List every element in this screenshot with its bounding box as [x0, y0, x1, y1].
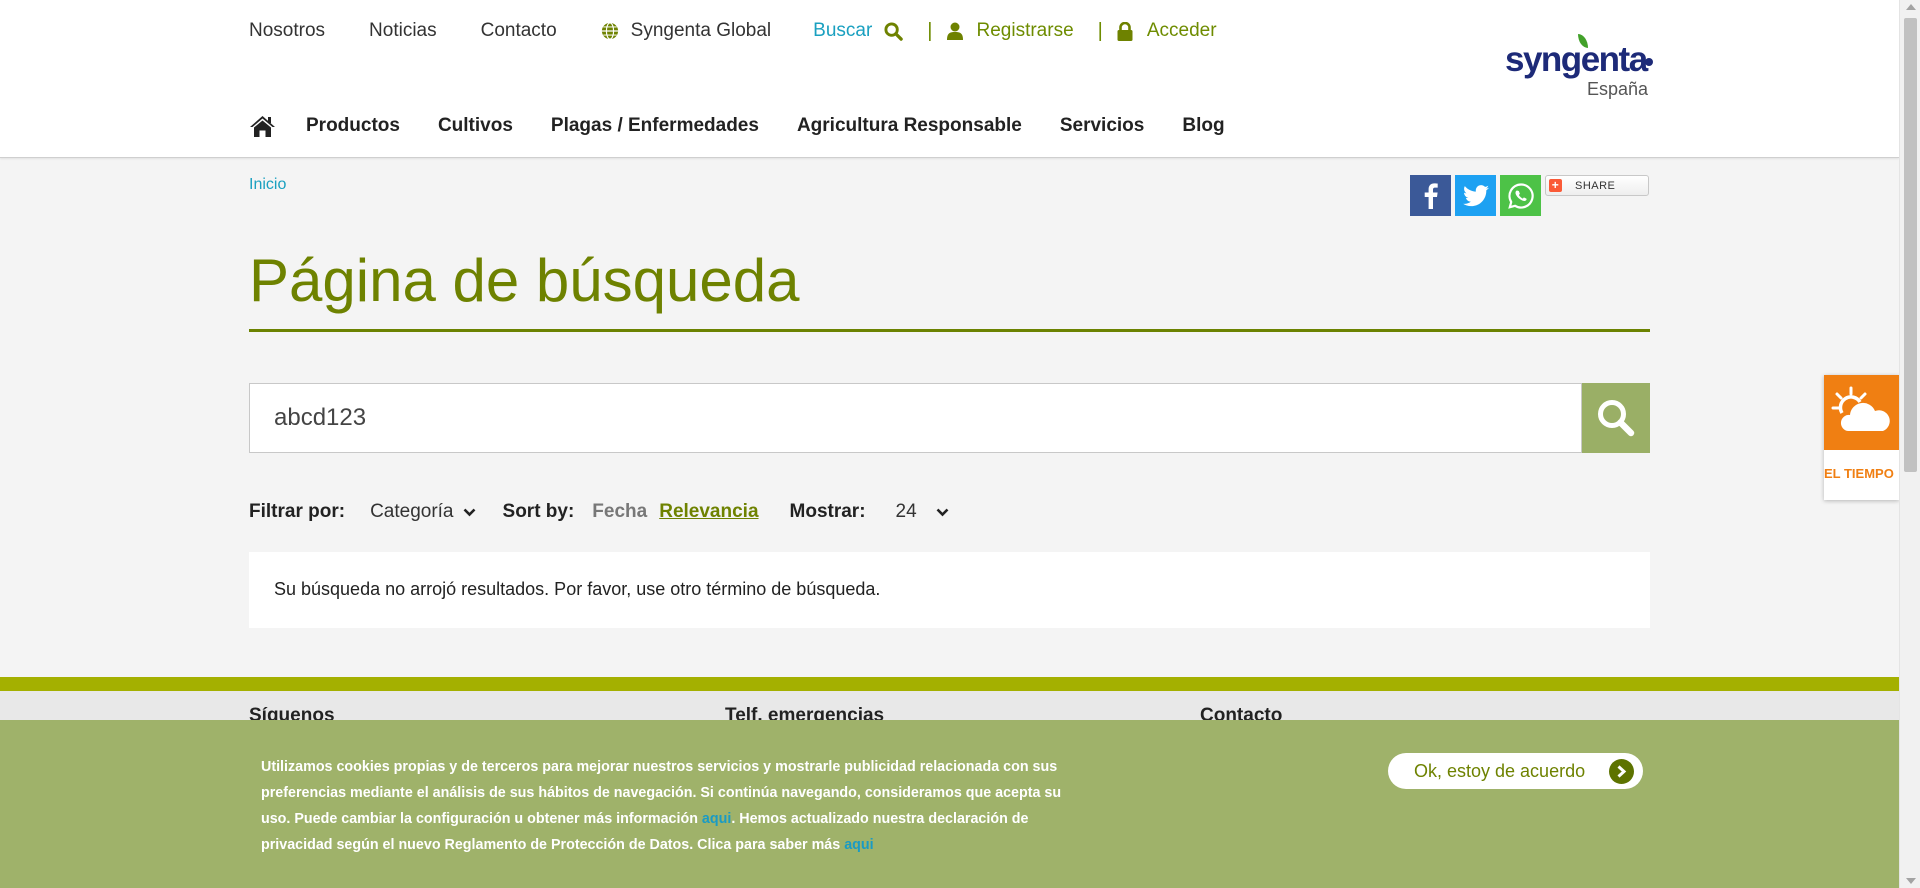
footer-accent-band	[0, 677, 1899, 691]
facebook-icon	[1424, 182, 1438, 209]
user-icon	[946, 22, 963, 40]
chevron-right-icon	[1609, 759, 1634, 784]
share-label: SHARE	[1575, 179, 1616, 192]
page-title: Página de búsqueda	[249, 247, 800, 314]
privacy-info-link[interactable]: aqui	[844, 837, 873, 853]
vertical-scrollbar[interactable]	[1899, 0, 1920, 888]
cookie-info-link[interactable]: aqui	[702, 811, 731, 827]
share-bar: + SHARE	[1410, 175, 1649, 216]
sun-cloud-icon	[1831, 386, 1890, 431]
cookie-accept-button[interactable]: Ok, estoy de acuerdo	[1388, 753, 1643, 789]
nav-item-blog[interactable]: Blog	[1182, 115, 1224, 137]
whatsapp-share-button[interactable]	[1500, 175, 1541, 216]
logo-wordmark: syngenta	[1505, 40, 1648, 79]
whatsapp-icon	[1507, 182, 1534, 209]
registered-mark-icon	[1645, 58, 1653, 66]
cookie-accept-label: Ok, estoy de acuerdo	[1414, 760, 1586, 781]
sort-date-option[interactable]: Fecha	[592, 501, 647, 523]
show-count-value: 24	[895, 501, 917, 522]
filter-label: Filtrar por:	[249, 501, 346, 522]
nav-item-productos[interactable]: Productos	[306, 115, 400, 137]
weather-label: EL TIEMPO	[1824, 466, 1894, 481]
globe-icon	[601, 22, 618, 40]
scrollbar-thumb[interactable]	[1904, 18, 1917, 472]
login-label: Acceder	[1146, 20, 1217, 41]
search-box	[249, 383, 1582, 453]
register-link[interactable]: Registrarse	[946, 20, 1074, 42]
weather-icon-tile	[1824, 375, 1899, 450]
cookie-text: Utilizamos cookies propias y de terceros…	[261, 754, 1081, 858]
nav-link-noticias[interactable]: Noticias	[369, 20, 437, 42]
register-label: Registrarse	[976, 20, 1074, 41]
cookie-banner: Utilizamos cookies propias y de terceros…	[0, 720, 1899, 888]
logo-country: España	[1586, 79, 1648, 99]
nav-search-link[interactable]: Buscar	[813, 20, 904, 42]
nav-search-label: Buscar	[813, 20, 873, 41]
chevron-down-icon	[936, 508, 949, 516]
sort-label: Sort by:	[502, 501, 575, 522]
top-navigation: Nosotros Noticias Contacto Syngenta Glob…	[249, 19, 1217, 43]
category-dropdown[interactable]: Categoría	[370, 501, 475, 523]
separator: |	[1097, 19, 1103, 42]
chevron-down-icon	[463, 508, 475, 516]
scroll-up-icon[interactable]	[1906, 4, 1916, 10]
search-icon	[884, 21, 904, 41]
site-header: Nosotros Noticias Contacto Syngenta Glob…	[0, 0, 1899, 158]
search-icon	[1598, 400, 1635, 437]
lock-icon	[1117, 21, 1133, 41]
show-label: Mostrar:	[789, 501, 866, 522]
category-dropdown-value: Categoría	[370, 501, 454, 522]
sort-relevance-option[interactable]: Relevancia	[659, 501, 758, 523]
twitter-share-button[interactable]	[1455, 175, 1496, 216]
results-panel: Su búsqueda no arrojó resultados. Por fa…	[249, 552, 1650, 628]
nav-link-nosotros[interactable]: Nosotros	[249, 20, 325, 42]
login-link[interactable]: Acceder	[1117, 20, 1217, 42]
show-count-dropdown[interactable]: 24	[896, 501, 949, 523]
plus-icon: +	[1549, 179, 1562, 192]
no-results-message: Su búsqueda no arrojó resultados. Por fa…	[274, 579, 881, 599]
home-icon	[250, 115, 275, 137]
separator: |	[927, 19, 933, 42]
search-input[interactable]	[274, 384, 1554, 452]
nav-item-servicios[interactable]: Servicios	[1060, 115, 1145, 137]
nav-item-cultivos[interactable]: Cultivos	[438, 115, 513, 137]
twitter-icon	[1462, 184, 1489, 206]
home-link[interactable]	[249, 115, 276, 138]
nav-item-plagas[interactable]: Plagas / Enfermedades	[551, 115, 759, 137]
nav-link-contacto[interactable]: Contacto	[481, 20, 557, 42]
addthis-share-button[interactable]: + SHARE	[1545, 175, 1649, 196]
main-navigation: Productos Cultivos Plagas / Enfermedades…	[249, 112, 1263, 140]
breadcrumb: Inicio	[249, 176, 286, 194]
nav-item-agricultura[interactable]: Agricultura Responsable	[797, 115, 1022, 137]
title-divider	[249, 329, 1650, 332]
facebook-share-button[interactable]	[1410, 175, 1451, 216]
search-button[interactable]	[1582, 383, 1650, 453]
scroll-down-icon[interactable]	[1906, 878, 1916, 884]
nav-link-syngenta-global[interactable]: Syngenta Global	[601, 20, 772, 42]
syngenta-logo[interactable]: syngenta España	[1505, 34, 1653, 100]
nav-link-label: Syngenta Global	[630, 20, 772, 41]
weather-widget[interactable]: EL TIEMPO	[1824, 375, 1899, 500]
breadcrumb-home-link[interactable]: Inicio	[249, 176, 286, 193]
filter-bar: Filtrar por: Categoría Sort by: Fecha Re…	[249, 500, 949, 524]
